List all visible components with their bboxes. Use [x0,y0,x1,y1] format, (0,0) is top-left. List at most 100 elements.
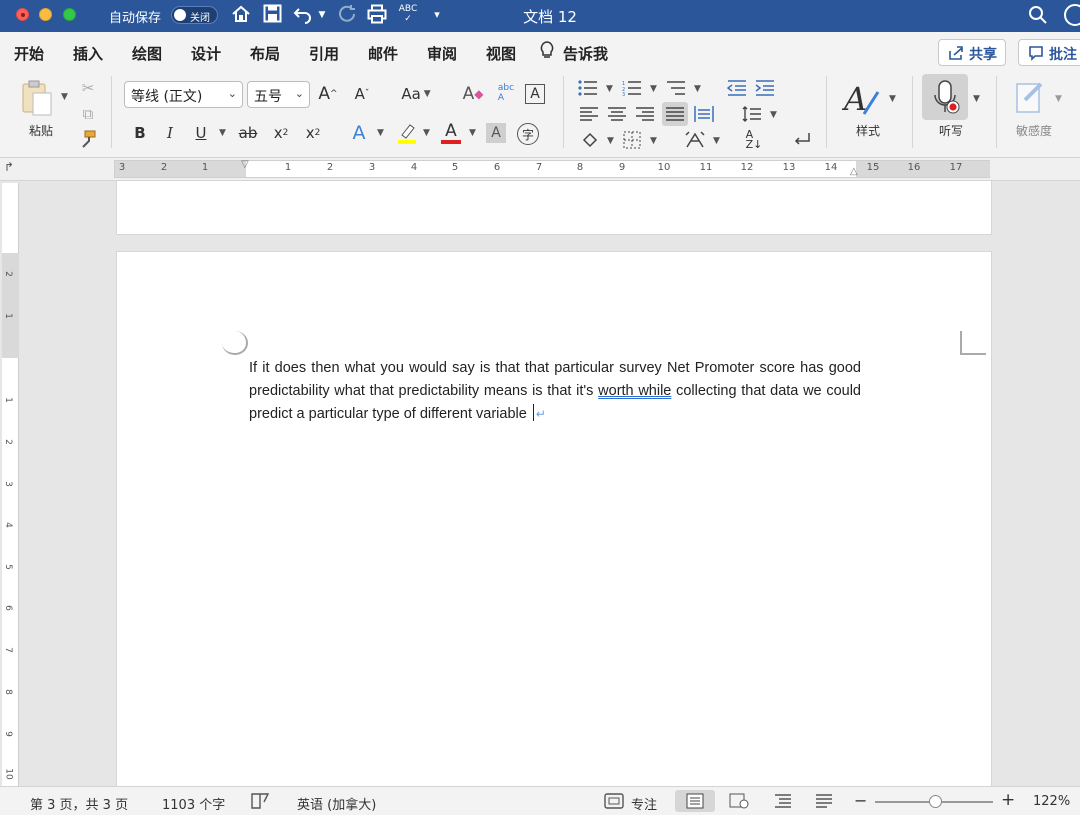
page-count[interactable]: 第 3 页，共 3 页 [30,794,128,813]
zoom-window-button[interactable] [63,8,76,21]
paste-dropdown-icon[interactable]: ▼ [61,92,68,102]
shrink-font-icon[interactable]: Aˇ [350,82,374,106]
chevron-down-icon[interactable]: ▼ [973,94,980,104]
focus-icon[interactable] [604,792,624,814]
share-button[interactable]: 共享 [938,39,1006,66]
chevron-down-icon[interactable]: ▼ [713,136,720,146]
grow-font-icon[interactable]: A ^ [316,82,340,106]
show-formatting-icon[interactable] [790,129,814,151]
bullets-icon[interactable] [576,78,600,98]
print-layout-icon[interactable] [686,793,704,813]
sensitivity-icon[interactable] [1010,76,1050,118]
superscript-button[interactable]: x2 [302,122,324,144]
chevron-down-icon[interactable]: ▼ [650,136,657,146]
styles-icon[interactable]: A [840,78,884,122]
zoom-out-button[interactable]: − [854,791,867,810]
comments-button[interactable]: 批注 [1018,39,1080,66]
redo-icon[interactable] [336,4,358,26]
minimize-window-button[interactable] [39,8,52,21]
decrease-indent-icon[interactable] [726,78,748,98]
save-icon[interactable] [261,4,283,26]
zoom-slider-handle[interactable] [929,795,942,808]
focus-label[interactable]: 专注 [631,794,657,813]
chevron-down-icon[interactable]: ▼ [694,84,701,94]
clear-formatting-icon[interactable]: A ◆ [460,82,486,106]
chevron-down-icon[interactable]: ▼ [650,84,657,94]
highlight-icon[interactable] [396,121,418,145]
align-left-icon[interactable] [578,104,600,124]
dictate-icon[interactable] [922,74,968,120]
italic-button[interactable]: I [160,122,180,144]
proofing-icon[interactable] [250,792,272,814]
chevron-down-icon[interactable]: ▼ [606,84,613,94]
autosave-toggle[interactable]: 关闭 [171,6,218,24]
word-count[interactable]: 1103 个字 [162,794,225,813]
print-icon[interactable] [366,4,388,26]
font-name-combo[interactable]: 等线 (正文) ⌄ [124,81,243,108]
line-spacing-icon[interactable] [740,104,764,124]
align-right-icon[interactable] [634,104,656,124]
borders-icon[interactable] [620,129,644,151]
chevron-down-icon[interactable]: ▼ [423,128,430,138]
vertical-ruler[interactable]: 2 1 1 2 3 4 5 6 7 8 9 10 [2,183,19,786]
draft-view-icon[interactable] [815,793,833,813]
enclose-characters-icon[interactable]: 字 [517,123,539,145]
underline-button[interactable]: U [191,122,211,144]
zoom-level[interactable]: 122% [1033,794,1070,809]
chevron-down-icon[interactable]: ▼ [889,94,896,104]
phonetic-guide-icon[interactable]: abc A [492,80,520,106]
search-icon[interactable] [1028,5,1048,25]
font-color-icon[interactable]: A [440,121,462,145]
bold-button[interactable]: B [130,122,150,144]
zoom-in-button[interactable]: + [1001,790,1015,810]
customize-toolbar-icon[interactable]: ▾ [430,4,444,26]
tab-draw[interactable]: 绘图 [132,43,162,64]
close-window-button[interactable] [16,8,29,21]
right-indent-marker[interactable]: △ [850,166,858,177]
multilevel-list-icon[interactable] [664,78,688,98]
tab-view[interactable]: 视图 [486,43,516,64]
horizontal-ruler[interactable]: 3 2 1 1 2 3 4 5 6 7 8 9 10 11 12 13 14 1… [114,159,990,178]
outline-view-icon[interactable] [774,793,792,813]
character-shading-icon[interactable]: A [486,123,506,143]
current-page[interactable]: If it does then what you would say is th… [117,252,991,786]
text-effects-icon[interactable]: A [348,121,370,145]
previous-page[interactable] [117,181,991,234]
subscript-button[interactable]: x2 [270,122,292,144]
tab-review[interactable]: 审阅 [427,43,457,64]
undo-icon[interactable] [292,4,314,26]
web-layout-icon[interactable] [729,793,749,813]
change-case-button[interactable]: Aa ▼ [396,82,436,106]
grammar-flagged-text[interactable]: worth while [598,383,671,399]
underline-dropdown-icon[interactable]: ▼ [219,128,226,138]
document-canvas[interactable]: If it does then what you would say is th… [20,181,1080,786]
increase-indent-icon[interactable] [754,78,776,98]
chevron-down-icon[interactable]: ▼ [469,128,476,138]
feedback-smile-icon[interactable] [1064,4,1080,26]
distributed-icon[interactable] [693,104,715,124]
tab-tell-me[interactable]: 告诉我 [563,43,608,64]
tab-references[interactable]: 引用 [309,43,339,64]
undo-dropdown-icon[interactable]: ▼ [316,4,328,26]
tab-layout[interactable]: 布局 [250,43,280,64]
paste-icon[interactable] [18,78,58,118]
format-painter-icon[interactable] [77,129,99,149]
tab-selector-icon[interactable]: ↱ [4,160,14,174]
strikethrough-button[interactable]: ab [236,122,260,144]
shading-icon[interactable] [578,129,602,151]
copy-icon[interactable]: ⧉ [78,104,98,124]
spelling-icon[interactable]: ABC ✓ [397,4,419,26]
align-center-icon[interactable] [606,104,628,124]
character-border-icon[interactable]: A [525,84,545,104]
cut-icon[interactable]: ✂ [78,78,98,98]
sort-icon[interactable]: A Z↓ [742,129,766,151]
chevron-down-icon[interactable]: ▼ [770,110,777,120]
home-icon[interactable] [230,4,252,26]
language[interactable]: 英语 (加拿大) [297,794,376,813]
justify-icon[interactable] [662,102,688,126]
chevron-down-icon[interactable]: ▼ [377,128,384,138]
tab-insert[interactable]: 插入 [73,43,103,64]
chevron-down-icon[interactable]: ▼ [607,136,614,146]
numbering-icon[interactable]: 123 [620,78,644,98]
font-size-combo[interactable]: 五号 ⌄ [247,81,310,108]
